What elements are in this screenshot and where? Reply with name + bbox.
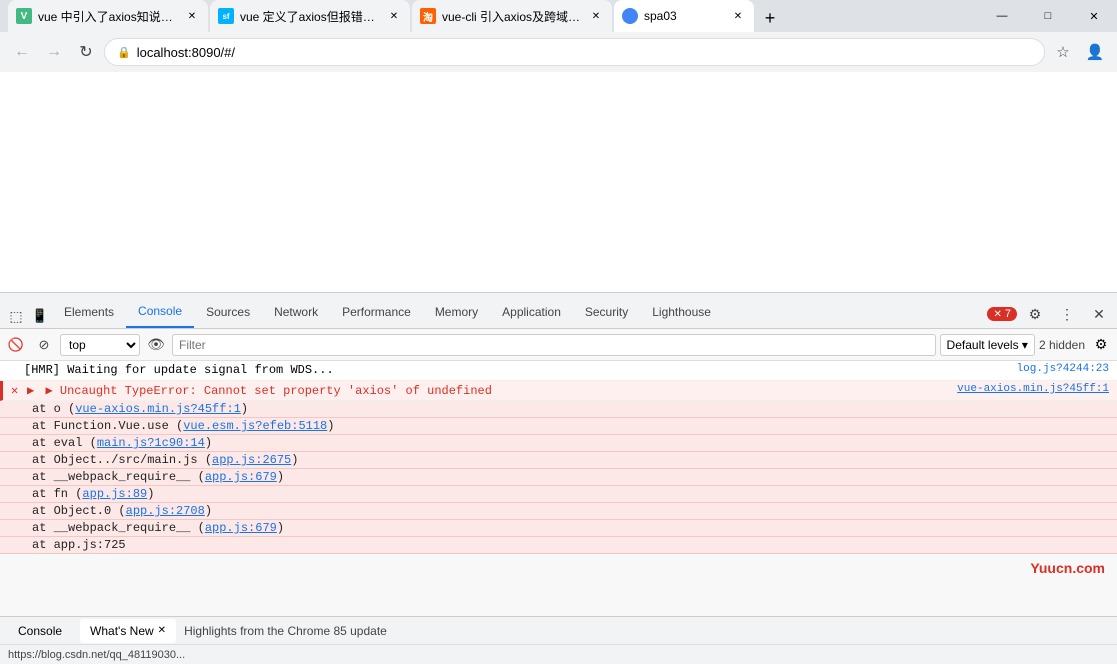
stack-line-9: at app.js:725 [0,537,1117,554]
toolbar-icons: ☆ 👤 [1049,38,1109,66]
console-row-error-main: ✕ ▶ ▶ Uncaught TypeError: Cannot set pro… [0,381,1117,401]
tab-network[interactable]: Network [262,296,330,328]
back-button[interactable]: ← [8,38,36,66]
tab-sources[interactable]: Sources [194,296,262,328]
devtools-device-button[interactable]: 📱 [28,304,52,328]
clear-console-button[interactable]: 🚫 [4,333,28,357]
window-controls: — □ ✕ [979,0,1117,32]
tab-security[interactable]: Security [573,296,640,328]
hmr-source[interactable]: log.js?4244:23 [1017,363,1109,375]
tab-application[interactable]: Application [490,296,573,328]
minimize-button[interactable]: — [979,0,1025,32]
devtools-more-button[interactable]: ⋮ [1053,300,1081,328]
devtools-close-button[interactable]: ✕ [1085,300,1113,328]
stack-line-5: at __webpack_require__ (app.js:679) [0,469,1117,486]
tab-favicon-1: V [16,8,32,24]
devtools-panel: ⬚ 📱 Elements Console Sources Network Per… [0,292,1117,644]
lock-icon: 🔒 [117,46,131,59]
tab-favicon-4 [622,8,638,24]
maximize-button[interactable]: □ [1025,0,1071,32]
hmr-message: [HMR] Waiting for update signal from WDS… [24,363,1009,377]
console-output: [HMR] Waiting for update signal from WDS… [0,361,1117,616]
devtools-tabs-bar: ⬚ 📱 Elements Console Sources Network Per… [0,293,1117,329]
stack-line-3: at eval (main.js?1c90:14) [0,435,1117,452]
tab-memory[interactable]: Memory [423,296,490,328]
error-icon: ✕ [11,383,27,398]
profile-button[interactable]: 👤 [1081,38,1109,66]
yuucn-watermark: Yuucn.com [1030,560,1105,576]
close-button[interactable]: ✕ [1071,0,1117,32]
address-input[interactable] [137,45,1032,60]
tab-title-4: spa03 [644,9,724,23]
error-main-text: ▶ ▶ Uncaught TypeError: Cannot set prope… [27,383,949,398]
filter-input[interactable] [172,334,936,356]
bottom-tab-bar: Console What's New ✕ Highlights from the… [0,616,1117,644]
forward-button[interactable]: → [40,38,68,66]
bottom-status-text: Highlights from the Chrome 85 update [184,624,1109,638]
tab-title-2: vue 定义了axios但报错无法… [240,8,380,25]
tab-close-1[interactable]: ✕ [184,8,200,24]
default-levels-dropdown[interactable]: Default levels ▾ [940,334,1035,356]
stop-button[interactable]: ⊘ [32,333,56,357]
tab-close-2[interactable]: ✕ [386,8,402,24]
tab-close-3[interactable]: ✕ [588,8,604,24]
console-row-hmr: [HMR] Waiting for update signal from WDS… [0,361,1117,381]
reload-button[interactable]: ↻ [72,38,100,66]
tab-title-3: vue-cli 引入axios及跨域使用 [442,8,582,25]
hidden-count: 2 hidden [1039,338,1085,352]
stack-line-8: at __webpack_require__ (app.js:679) [0,520,1117,537]
error-count-badge: ✕ 7 [987,307,1017,321]
tab-vue-sf[interactable]: sf vue 定义了axios但报错无法… ✕ [210,0,410,32]
devtools-settings-button[interactable]: ⚙ [1021,300,1049,328]
status-url: https://blog.csdn.net/qq_48119030... [8,649,1109,661]
stack-line-1: at o (vue-axios.min.js?45ff:1) [0,401,1117,418]
title-bar: V vue 中引入了axios知说找不… ✕ sf vue 定义了axios但报… [0,0,1117,32]
tab-spa03[interactable]: spa03 ✕ [614,0,754,32]
stack-line-7: at Object.0 (app.js:2708) [0,503,1117,520]
bottom-tab-whats-new[interactable]: What's New ✕ [80,619,176,643]
context-select[interactable]: top [60,334,140,356]
tab-elements[interactable]: Elements [52,296,126,328]
console-toolbar: 🚫 ⊘ top 👁 Default levels ▾ 2 hidden ⚙ [0,329,1117,361]
console-settings-button[interactable]: ⚙ [1089,333,1113,357]
tab-vue-axios[interactable]: V vue 中引入了axios知说找不… ✕ [8,0,208,32]
tab-vue-cli[interactable]: 淘 vue-cli 引入axios及跨域使用 ✕ [412,0,612,32]
address-toolbar: ← → ↻ 🔒 ☆ 👤 [0,32,1117,72]
bookmark-button[interactable]: ☆ [1049,38,1077,66]
address-bar[interactable]: 🔒 [104,38,1045,66]
tab-favicon-3: 淘 [420,8,436,24]
tab-favicon-2: sf [218,8,234,24]
tab-lighthouse[interactable]: Lighthouse [640,296,723,328]
bottom-tab-console[interactable]: Console [8,619,72,643]
bottom-tab-close[interactable]: ✕ [158,625,166,636]
error-source[interactable]: vue-axios.min.js?45ff:1 [957,383,1109,395]
stack-line-2: at Function.Vue.use (vue.esm.js?efeb:511… [0,418,1117,435]
status-bar: https://blog.csdn.net/qq_48119030... [0,644,1117,664]
tab-console[interactable]: Console [126,296,194,328]
eye-button[interactable]: 👁 [144,333,168,357]
new-tab-button[interactable]: + [756,4,784,32]
devtools-inspect-button[interactable]: ⬚ [4,304,28,328]
stack-line-4: at Object../src/main.js (app.js:2675) [0,452,1117,469]
stack-line-6: at fn (app.js:89) [0,486,1117,503]
tab-close-4[interactable]: ✕ [730,8,746,24]
expand-arrow[interactable]: ▶ [27,384,34,398]
tab-performance[interactable]: Performance [330,296,423,328]
tab-title-1: vue 中引入了axios知说找不… [38,8,178,25]
